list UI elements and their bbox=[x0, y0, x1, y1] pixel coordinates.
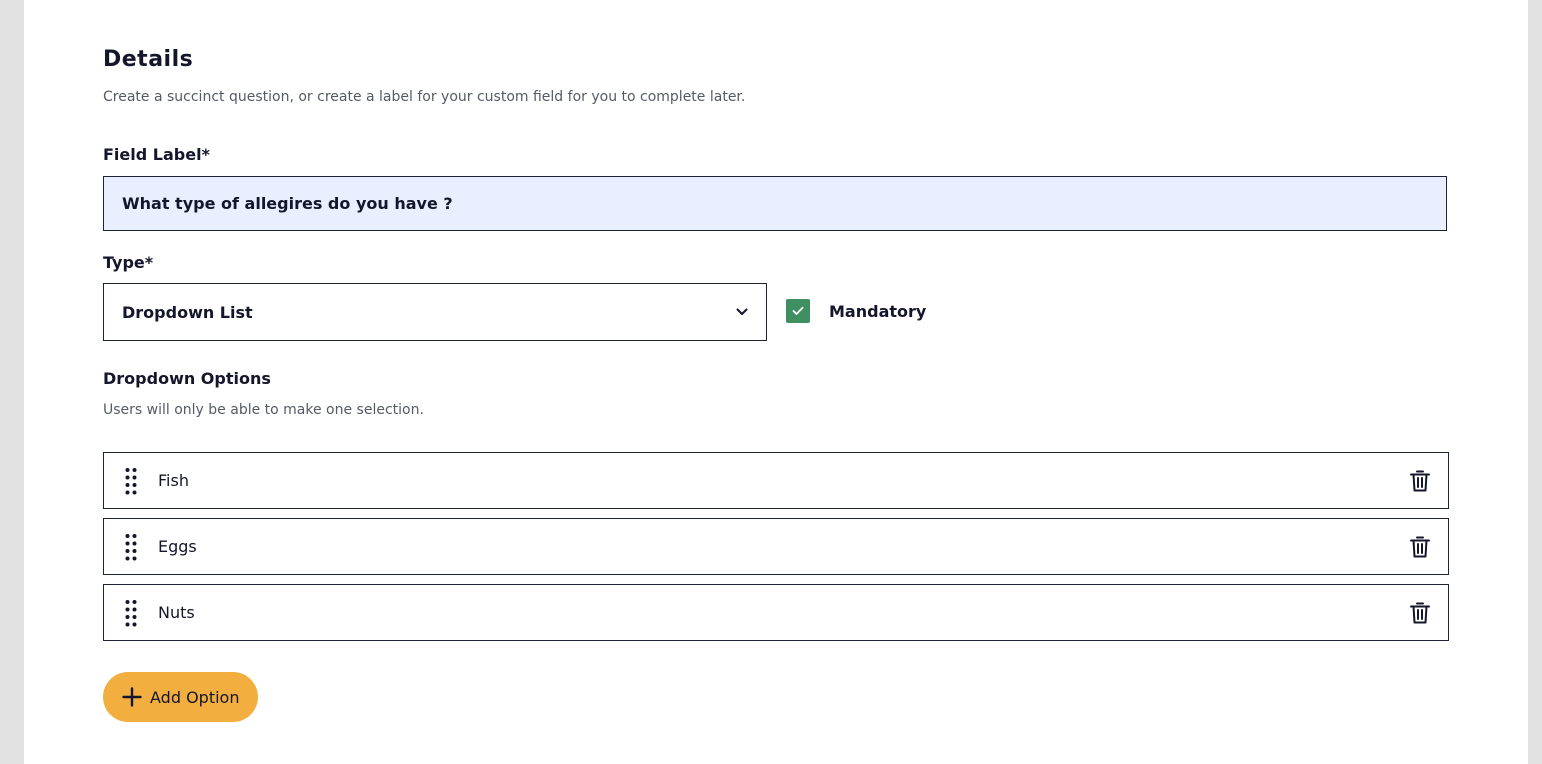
option-label[interactable]: Eggs bbox=[158, 537, 1409, 556]
option-label[interactable]: Fish bbox=[158, 471, 1409, 490]
field-label-heading: Field Label* bbox=[103, 145, 210, 164]
section-description: Create a succinct question, or create a … bbox=[103, 89, 746, 105]
required-marker: * bbox=[144, 253, 154, 272]
drag-handle-icon[interactable] bbox=[125, 533, 137, 561]
chevron-down-icon bbox=[736, 306, 748, 318]
trash-icon[interactable] bbox=[1409, 535, 1431, 559]
required-marker: * bbox=[201, 145, 210, 164]
add-option-button[interactable]: Add Option bbox=[103, 672, 258, 722]
option-row: Nuts bbox=[103, 584, 1449, 641]
drag-handle-icon[interactable] bbox=[125, 599, 137, 627]
form-panel: Details Create a succinct question, or c… bbox=[24, 0, 1528, 764]
type-heading: Type* bbox=[103, 253, 153, 272]
mandatory-checkbox[interactable] bbox=[786, 299, 810, 323]
trash-icon[interactable] bbox=[1409, 469, 1431, 493]
type-select[interactable]: Dropdown List bbox=[103, 283, 767, 341]
mandatory-toggle[interactable]: Mandatory bbox=[786, 299, 926, 323]
plus-icon bbox=[122, 687, 142, 707]
option-label[interactable]: Nuts bbox=[158, 603, 1409, 622]
type-label-text: Type bbox=[103, 253, 145, 272]
dropdown-options-description: Users will only be able to make one sele… bbox=[103, 402, 424, 418]
option-row: Eggs bbox=[103, 518, 1449, 575]
section-title: Details bbox=[103, 47, 194, 72]
check-icon bbox=[792, 306, 804, 315]
mandatory-label: Mandatory bbox=[829, 301, 927, 321]
add-option-label: Add Option bbox=[150, 687, 240, 707]
drag-handle-icon[interactable] bbox=[125, 467, 137, 495]
type-select-value: Dropdown List bbox=[122, 302, 253, 322]
option-row: Fish bbox=[103, 452, 1449, 509]
field-label-text: Field Label bbox=[103, 145, 202, 164]
field-label-input[interactable] bbox=[103, 176, 1447, 231]
dropdown-options-heading: Dropdown Options bbox=[103, 369, 271, 388]
trash-icon[interactable] bbox=[1409, 601, 1431, 625]
